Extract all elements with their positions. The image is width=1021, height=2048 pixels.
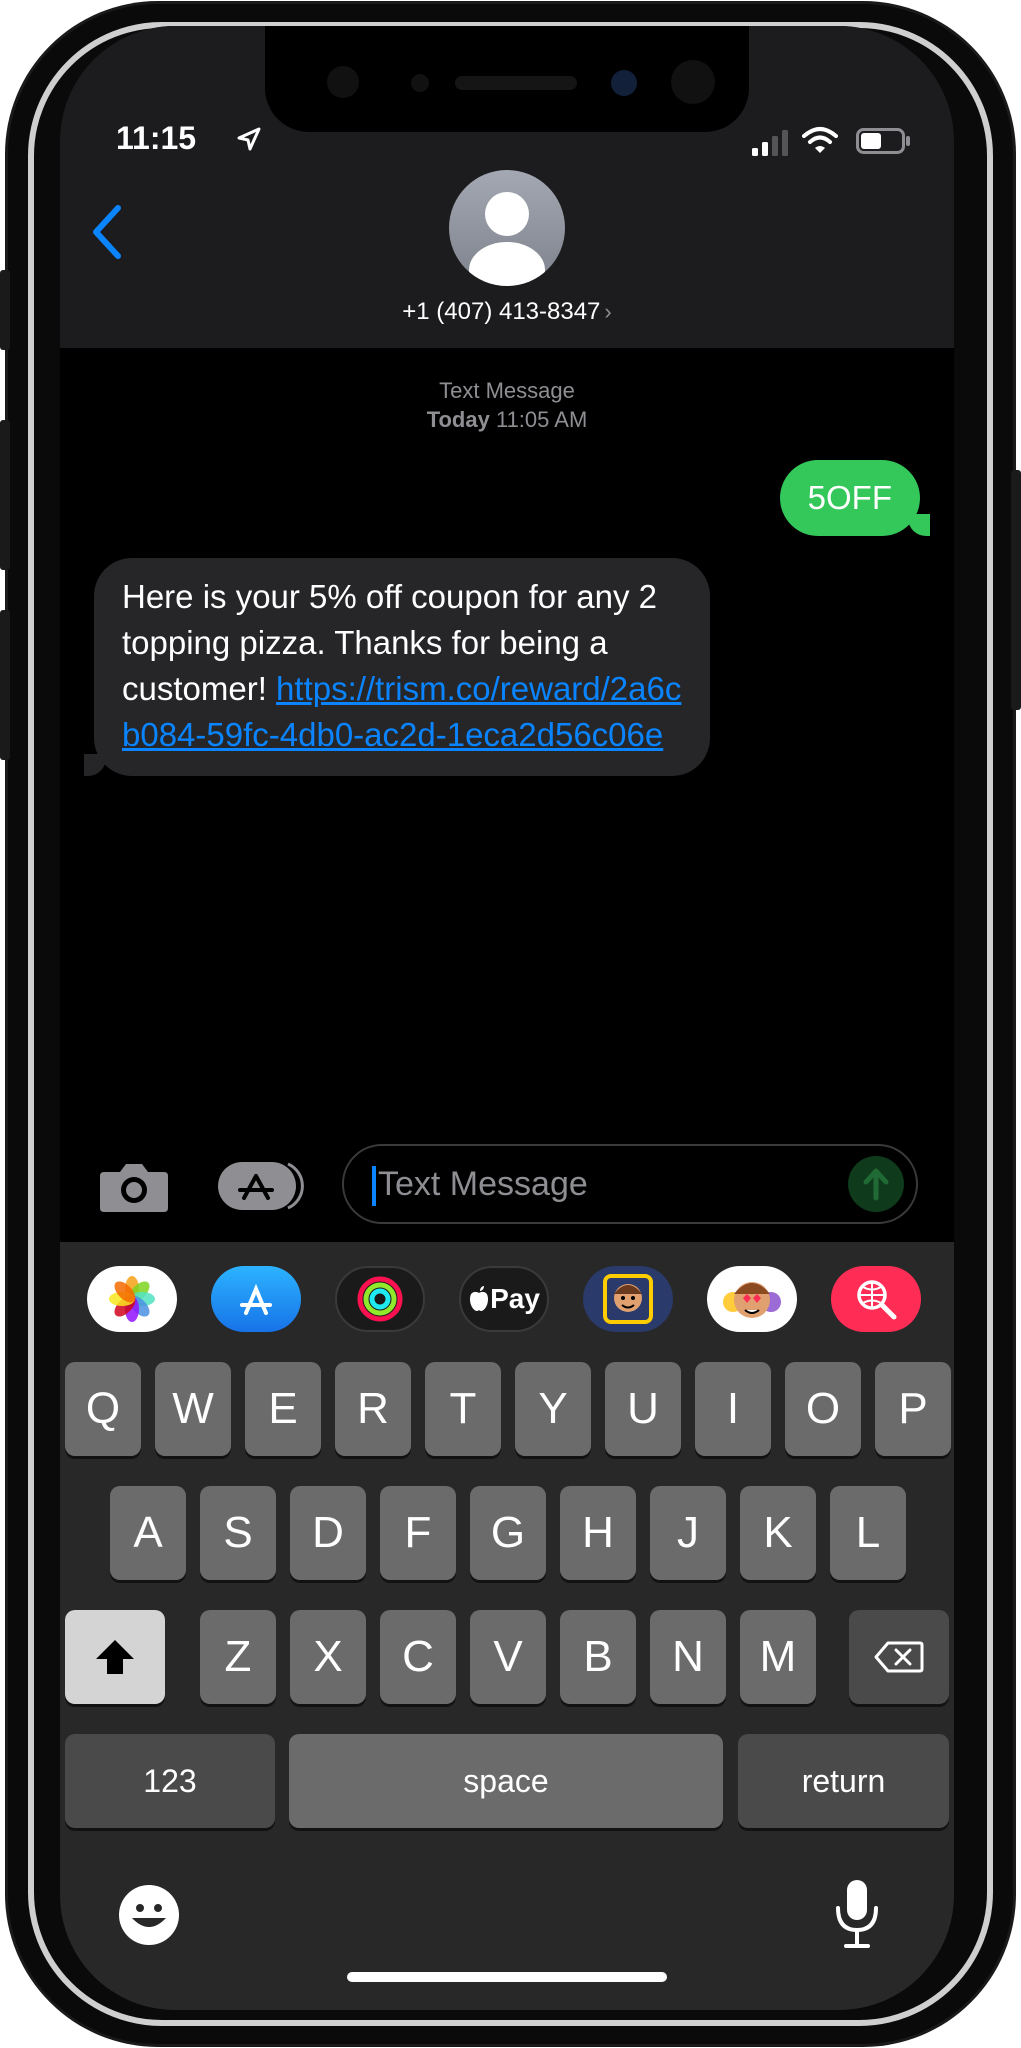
volume-up-button xyxy=(0,420,10,570)
memoji-stickers-icon[interactable] xyxy=(707,1266,797,1332)
message-text-field[interactable]: Text Message xyxy=(342,1144,918,1224)
return-key[interactable]: return xyxy=(738,1734,949,1828)
key-a[interactable]: A xyxy=(110,1486,186,1580)
key-s[interactable]: S xyxy=(200,1486,276,1580)
message-input-bar: Text Message xyxy=(60,1126,954,1226)
key-m[interactable]: M xyxy=(740,1610,816,1704)
key-c[interactable]: C xyxy=(380,1610,456,1704)
app-store-icon[interactable] xyxy=(211,1266,301,1332)
key-d[interactable]: D xyxy=(290,1486,366,1580)
chevron-right-icon: › xyxy=(604,299,612,324)
activity-rings-icon[interactable] xyxy=(335,1266,425,1332)
memoji-heart-eyes-icon xyxy=(723,1282,781,1318)
key-e[interactable]: E xyxy=(245,1362,321,1456)
incoming-message-bubble[interactable]: Here is your 5% off coupon for any 2 top… xyxy=(84,558,710,776)
app-store-a-icon xyxy=(240,1283,272,1315)
key-v[interactable]: V xyxy=(470,1610,546,1704)
key-f[interactable]: F xyxy=(380,1486,456,1580)
apple-logo-icon xyxy=(470,1286,489,1311)
screen: +1 (407) 413-8347 › 11:15 Text Message T… xyxy=(60,26,954,2010)
globe-magnifier-icon xyxy=(857,1280,897,1320)
numbers-key[interactable]: 123 xyxy=(65,1734,275,1828)
app-store-drawer-icon[interactable] xyxy=(216,1158,304,1214)
location-arrow-icon xyxy=(237,127,261,151)
text-caret xyxy=(372,1166,376,1207)
message-type-label: Text Message xyxy=(439,378,575,403)
cellular-signal-icon xyxy=(752,130,788,156)
outgoing-message-text: 5OFF xyxy=(807,479,892,516)
emoji-icon[interactable] xyxy=(118,1884,180,1946)
key-o[interactable]: O xyxy=(785,1362,861,1456)
key-i[interactable]: I xyxy=(695,1362,771,1456)
image-search-icon[interactable] xyxy=(831,1266,921,1332)
key-l[interactable]: L xyxy=(830,1486,906,1580)
side-button xyxy=(0,270,10,350)
contact-name-row[interactable]: +1 (407) 413-8347 › xyxy=(60,298,954,326)
key-u[interactable]: U xyxy=(605,1362,681,1456)
photos-app-icon[interactable] xyxy=(87,1266,177,1332)
shift-key[interactable] xyxy=(65,1610,165,1704)
activity-rings-graphic xyxy=(357,1276,403,1322)
volume-down-button xyxy=(0,610,10,760)
apple-pay-label: Pay xyxy=(490,1283,540,1314)
wifi-icon xyxy=(802,127,838,153)
key-y[interactable]: Y xyxy=(515,1362,591,1456)
imessage-app-strip: Pay xyxy=(60,1242,954,1360)
home-indicator[interactable] xyxy=(347,1972,667,1982)
photos-flower-icon xyxy=(109,1276,155,1322)
arrow-up-icon xyxy=(863,1168,889,1201)
timestamp-day: Today xyxy=(426,407,490,432)
key-j[interactable]: J xyxy=(650,1486,726,1580)
key-q[interactable]: Q xyxy=(65,1362,141,1456)
key-z[interactable]: Z xyxy=(200,1610,276,1704)
notch xyxy=(265,26,749,132)
key-k[interactable]: K xyxy=(740,1486,816,1580)
camera-icon[interactable] xyxy=(98,1158,170,1214)
contact-avatar[interactable] xyxy=(449,170,565,286)
outgoing-message-bubble[interactable]: 5OFF xyxy=(779,460,931,536)
shift-arrow-icon xyxy=(96,1640,134,1674)
key-t[interactable]: T xyxy=(425,1362,501,1456)
backspace-icon xyxy=(874,1641,924,1673)
memoji-camera-icon[interactable] xyxy=(583,1266,673,1332)
battery-icon xyxy=(856,128,910,154)
status-time: 11:15 xyxy=(116,120,197,156)
key-g[interactable]: G xyxy=(470,1486,546,1580)
power-button xyxy=(1011,470,1021,710)
key-n[interactable]: N xyxy=(650,1610,726,1704)
microphone-icon[interactable] xyxy=(832,1878,882,1950)
delete-key[interactable] xyxy=(849,1610,949,1704)
message-placeholder: Text Message xyxy=(378,1165,588,1203)
key-b[interactable]: B xyxy=(560,1610,636,1704)
space-key[interactable]: space xyxy=(289,1734,723,1828)
key-w[interactable]: W xyxy=(155,1362,231,1456)
back-chevron-icon[interactable] xyxy=(88,202,128,262)
thread-timestamp: Text Message Today 11:05 AM xyxy=(60,376,954,434)
contact-number: +1 (407) 413-8347 xyxy=(402,298,601,325)
key-x[interactable]: X xyxy=(290,1610,366,1704)
timestamp-time: 11:05 AM xyxy=(495,407,588,432)
key-h[interactable]: H xyxy=(560,1486,636,1580)
memoji-face-icon xyxy=(603,1274,653,1324)
key-r[interactable]: R xyxy=(335,1362,411,1456)
key-p[interactable]: P xyxy=(875,1362,951,1456)
send-button[interactable] xyxy=(848,1156,904,1212)
keyboard: Pay Q W E R T Y U I O P A S D F G H J K … xyxy=(60,1242,954,2010)
apple-pay-icon[interactable]: Pay xyxy=(459,1266,549,1332)
person-icon xyxy=(469,192,545,286)
